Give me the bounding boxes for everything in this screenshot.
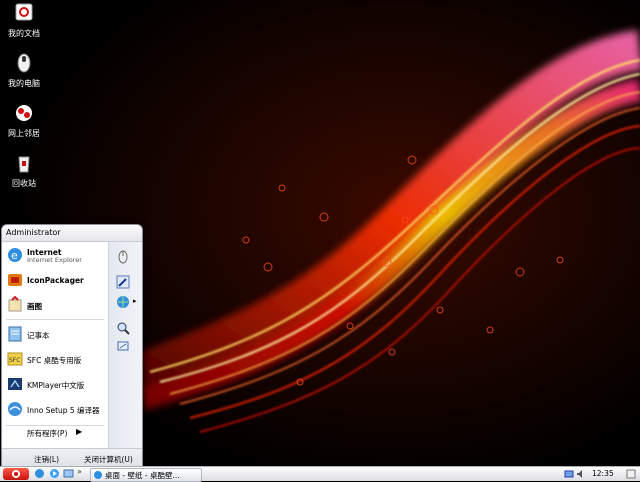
- quicklaunch-ie-icon[interactable]: [34, 468, 45, 479]
- pen-icon[interactable]: [115, 274, 131, 290]
- start-menu-separator: [6, 319, 104, 320]
- tray-volume-icon[interactable]: [576, 469, 586, 479]
- run-icon[interactable]: [115, 338, 131, 354]
- system-tray: 12:35: [560, 467, 640, 481]
- start-menu-separator: [6, 425, 104, 426]
- shutdown-button[interactable]: 关闭计算机(U): [84, 454, 133, 465]
- tray-network-icon[interactable]: [564, 469, 574, 479]
- kmplayer-icon: [8, 378, 22, 390]
- desktop-icon-label: 我的电脑: [8, 79, 40, 88]
- svg-text:SFC: SFC: [9, 357, 20, 364]
- svg-text:e: e: [11, 249, 18, 262]
- desktop-icon-recycle-bin[interactable]: 回收站: [0, 152, 48, 189]
- start-menu-footer: 注销(L) 关闭计算机(U): [2, 448, 142, 467]
- start-item-subtitle: Internet Explorer: [27, 256, 82, 264]
- desktop-icon-label: 回收站: [12, 179, 36, 188]
- notepad-icon: [8, 326, 22, 342]
- desktop-icon-label: 网上邻居: [8, 129, 40, 138]
- internet-explorer-icon: e: [8, 248, 22, 262]
- inno-setup-icon: [8, 402, 22, 416]
- start-item-title: SFC 桌酷专用版: [27, 356, 82, 365]
- start-menu: Administrator e Internet Internet Explor…: [1, 224, 143, 468]
- start-menu-username: Administrator: [2, 225, 142, 242]
- start-item-kmplayer[interactable]: KMPlayer中文版: [2, 373, 108, 397]
- sfc-icon: SFC: [7, 352, 23, 366]
- my-documents-icon: [15, 3, 33, 21]
- ie-window-icon: [94, 471, 102, 479]
- recycle-bin-icon: [18, 156, 30, 173]
- quicklaunch-media-icon[interactable]: [49, 468, 60, 479]
- my-computer-icon: [17, 53, 31, 73]
- start-item-title: 记事本: [27, 331, 50, 340]
- start-item-inno-setup[interactable]: Inno Setup 5 编译器: [2, 398, 108, 422]
- paint-icon: [8, 296, 22, 312]
- taskbar-window-label: 桌面 - 壁纸 - 桌酷壁...: [105, 471, 180, 480]
- start-item-title: IconPackager: [27, 276, 84, 285]
- start-button[interactable]: [3, 468, 29, 480]
- network-globe-icon[interactable]: [115, 294, 131, 310]
- iconpackager-icon: [8, 274, 22, 286]
- quicklaunch-desktop-icon[interactable]: [63, 468, 74, 479]
- start-item-notepad[interactable]: 记事本: [2, 323, 108, 347]
- start-menu-places-panel: ▸: [108, 242, 142, 448]
- chevron-right-icon: ▸: [133, 297, 137, 305]
- start-item-paint[interactable]: 画图: [2, 294, 108, 318]
- start-menu-programs-panel: e Internet Internet Explorer IconPackage…: [2, 242, 108, 448]
- mouse-icon[interactable]: [115, 248, 131, 264]
- network-places-icon: [16, 105, 32, 121]
- system-clock[interactable]: 12:35: [592, 469, 614, 478]
- start-item-title: KMPlayer中文版: [27, 381, 85, 390]
- search-icon[interactable]: [115, 320, 131, 336]
- start-item-sfc[interactable]: SFC SFC 桌酷专用版: [2, 348, 108, 372]
- desktop-icon-my-computer[interactable]: 我的电脑: [0, 52, 48, 89]
- quicklaunch-more-icon[interactable]: »: [77, 467, 82, 476]
- desktop-icon-my-documents[interactable]: 我的文档: [0, 2, 48, 39]
- chevron-right-icon: ▶: [76, 427, 83, 436]
- start-item-internet[interactable]: e Internet Internet Explorer: [2, 244, 108, 268]
- all-programs-button[interactable]: 所有程序(P): [27, 428, 67, 439]
- logout-button[interactable]: 注销(L): [34, 454, 59, 465]
- desktop-icon-label: 我的文档: [8, 29, 40, 38]
- start-item-title: Inno Setup 5 编译器: [27, 406, 100, 415]
- tray-flag-icon[interactable]: [626, 469, 636, 479]
- start-item-title: 画图: [27, 302, 42, 311]
- desktop-icon-network-places[interactable]: 网上邻居: [0, 102, 48, 139]
- taskbar: » 桌面 - 壁纸 - 桌酷壁... 12:35: [0, 466, 640, 482]
- start-logo-icon: [12, 470, 20, 478]
- start-item-iconpackager[interactable]: IconPackager: [2, 269, 108, 293]
